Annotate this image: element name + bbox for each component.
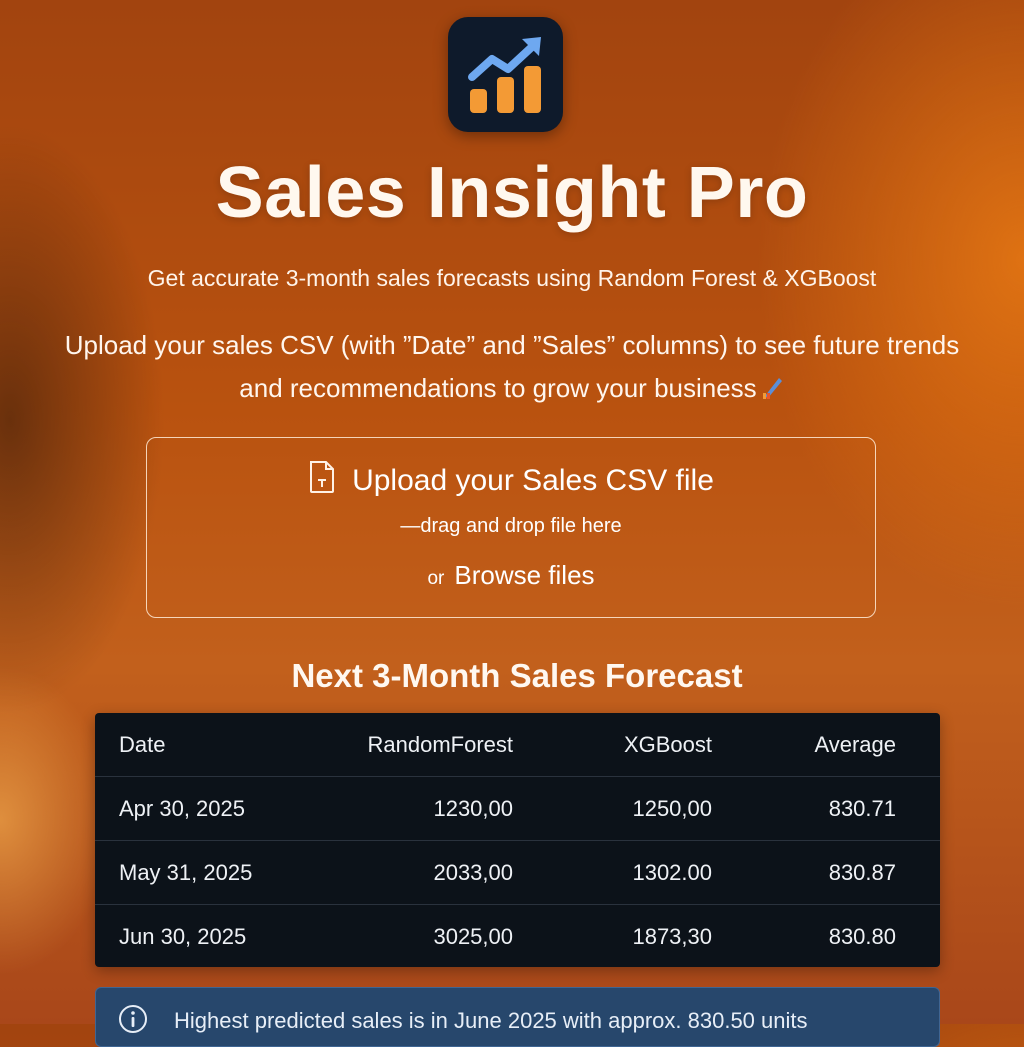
cell-date: Jun 30, 2025 xyxy=(119,923,247,949)
cell-date: Apr 30, 2025 xyxy=(119,795,245,821)
app-subtitle: Get accurate 3-month sales forecasts usi… xyxy=(147,265,877,291)
file-upload-dropzone[interactable]: Upload your Sales CSV file —drag and dro… xyxy=(146,437,876,618)
cell-randomforest: 2033,00 xyxy=(433,859,513,885)
upload-title: Upload your Sales CSV file xyxy=(352,464,714,497)
cell-average: 830.80 xyxy=(828,923,896,949)
cell-date: May 31, 2025 xyxy=(119,859,253,885)
column-header-randomforest: RandomForest xyxy=(367,731,513,757)
intro-text: Upload your sales CSV (with ”Date” and ”… xyxy=(0,324,1024,410)
table-header-row: Date RandomForest XGBoost Average xyxy=(95,713,940,777)
app-logo-icon xyxy=(448,17,563,132)
file-icon xyxy=(308,460,336,494)
column-header-average: Average xyxy=(814,731,896,757)
cell-average: 830.87 xyxy=(828,859,896,885)
cell-randomforest: 3025,00 xyxy=(433,923,513,949)
browse-row: or Browse files xyxy=(147,560,875,591)
or-label: or xyxy=(427,568,445,589)
rocket-icon xyxy=(759,370,785,399)
info-icon xyxy=(118,1004,148,1034)
column-header-date: Date xyxy=(119,731,166,757)
upload-hint: —drag and drop file here xyxy=(400,515,622,537)
column-header-xgboost: XGBoost xyxy=(623,731,712,757)
cell-randomforest: 1230,00 xyxy=(433,795,513,821)
upload-title-row: Upload your Sales CSV file xyxy=(147,460,875,498)
forecast-table: Date RandomForest XGBoost Average Apr 30… xyxy=(95,713,940,967)
insight-text: Highest predicted sales is in June 2025 … xyxy=(174,1008,808,1033)
intro-line-2: and recommendations to grow your busines… xyxy=(0,367,1024,410)
table-row: Jun 30, 2025 3025,00 1873,30 830.80 xyxy=(95,905,940,968)
table-row: Apr 30, 2025 1230,00 1250,00 830.71 xyxy=(95,777,940,841)
browse-files-button[interactable]: Browse files xyxy=(454,560,594,590)
cell-xgboost: 1302.00 xyxy=(632,859,712,885)
cell-xgboost: 1873,30 xyxy=(632,923,712,949)
insight-alert: Highest predicted sales is in June 2025 … xyxy=(95,987,940,1047)
forecast-title: Next 3-Month Sales Forecast xyxy=(291,657,743,694)
cell-average: 830.71 xyxy=(828,795,896,821)
cell-xgboost: 1250,00 xyxy=(632,795,712,821)
app-title: Sales Insight Pro xyxy=(215,153,809,233)
table-row: May 31, 2025 2033,00 1302.00 830.87 xyxy=(95,841,940,905)
intro-line-2-text: and recommendations to grow your busines… xyxy=(239,373,757,403)
intro-line-1: Upload your sales CSV (with ”Date” and ”… xyxy=(64,330,960,360)
